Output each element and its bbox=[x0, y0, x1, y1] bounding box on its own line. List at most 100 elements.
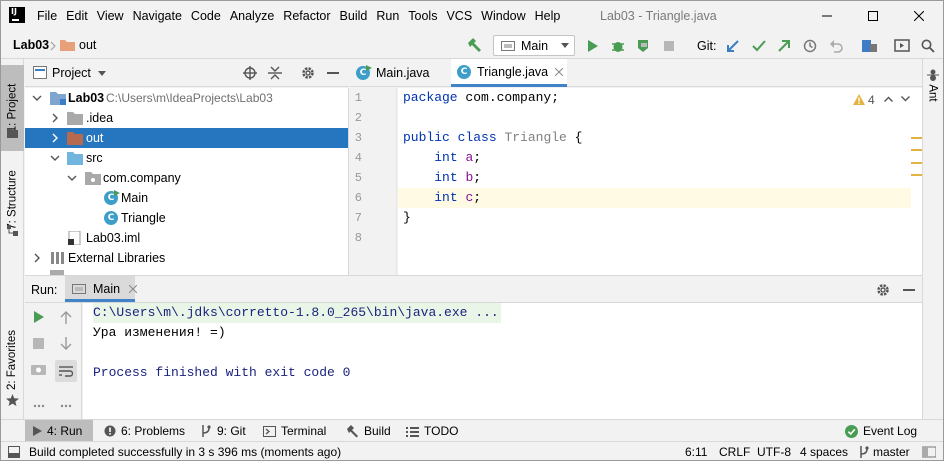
event-log-tab[interactable]: Event Log bbox=[845, 420, 917, 442]
menu-help[interactable]: Help bbox=[535, 9, 561, 25]
chevron-right-icon[interactable] bbox=[50, 133, 60, 143]
menu-edit[interactable]: Edit bbox=[66, 9, 88, 25]
warning-stripe-marker[interactable] bbox=[911, 174, 922, 176]
editor-scrollbar[interactable] bbox=[911, 88, 922, 275]
build-hammer-icon[interactable] bbox=[465, 37, 483, 55]
presentation-icon[interactable] bbox=[893, 37, 911, 55]
chevron-right-icon[interactable] bbox=[50, 113, 60, 123]
minimize-panel-icon[interactable] bbox=[903, 289, 915, 291]
run-configuration-select[interactable]: Main bbox=[493, 35, 575, 56]
menu-window[interactable]: Window bbox=[481, 9, 525, 25]
git-branch[interactable]: master bbox=[873, 445, 910, 459]
gear-icon[interactable] bbox=[876, 283, 890, 297]
run-tab-main[interactable]: Main bbox=[65, 276, 137, 302]
more-icon[interactable] bbox=[33, 404, 45, 408]
caret-position[interactable]: 6:11 bbox=[685, 445, 707, 459]
tool-tab-favorites[interactable]: 2: Favorites bbox=[1, 325, 24, 395]
bottom-tab-problems[interactable]: 6: Problems bbox=[104, 420, 185, 442]
menu-view[interactable]: View bbox=[97, 9, 124, 25]
collapse-all-icon[interactable] bbox=[268, 66, 282, 80]
minimize-panel-icon[interactable] bbox=[327, 72, 339, 74]
bottom-tab-build[interactable]: Build bbox=[346, 420, 391, 442]
tree-row-out[interactable]: out bbox=[25, 128, 348, 148]
tree-row-iml[interactable]: Lab03.iml bbox=[25, 228, 348, 248]
debug-bug-icon[interactable] bbox=[609, 37, 627, 55]
warning-stripe-marker[interactable] bbox=[911, 162, 922, 164]
bottom-tab-todo[interactable]: TODO bbox=[406, 420, 458, 442]
menu-run[interactable]: Run bbox=[376, 9, 399, 25]
tree-label: External Libraries bbox=[68, 251, 166, 265]
tool-tab-project[interactable]: 1: Project bbox=[1, 65, 24, 151]
chevron-down-icon[interactable] bbox=[901, 96, 910, 102]
close-tab-icon[interactable] bbox=[129, 285, 137, 293]
file-encoding[interactable]: UTF-8 bbox=[757, 445, 791, 459]
minimize-button[interactable] bbox=[805, 4, 849, 28]
menu-analyze[interactable]: Analyze bbox=[230, 9, 274, 25]
tree-row-external-libraries[interactable]: External Libraries bbox=[25, 248, 348, 268]
menu-vcs[interactable]: VCS bbox=[446, 9, 472, 25]
chevron-up-icon[interactable] bbox=[884, 96, 893, 102]
rerun-button[interactable] bbox=[33, 311, 45, 323]
menu-file[interactable]: File bbox=[37, 9, 57, 25]
project-panel-title[interactable]: Project bbox=[52, 66, 91, 80]
bottom-tab-terminal[interactable]: Terminal bbox=[263, 420, 326, 442]
menu-navigate[interactable]: Navigate bbox=[133, 9, 182, 25]
tool-tab-ant[interactable]: Ant bbox=[922, 81, 943, 105]
bottom-tab-git[interactable]: 9: Git bbox=[200, 420, 246, 442]
arrow-down-icon[interactable] bbox=[60, 336, 72, 350]
warning-stripe-marker[interactable] bbox=[911, 149, 922, 151]
indent-setting[interactable]: 4 spaces bbox=[800, 445, 848, 459]
chevron-down-icon[interactable] bbox=[98, 71, 106, 76]
tab-triangle-java[interactable]: C Triangle.java bbox=[451, 59, 567, 87]
locate-target-icon[interactable] bbox=[243, 66, 257, 80]
warning-count[interactable]: 4 bbox=[868, 93, 875, 107]
arrow-up-icon[interactable] bbox=[60, 311, 72, 325]
gear-icon[interactable] bbox=[301, 66, 315, 80]
stop-icon[interactable] bbox=[33, 338, 44, 349]
left-tool-stripe: 1: Project 7: Structure 2: Favorites bbox=[1, 59, 24, 419]
status-message[interactable]: Build completed successfully in 3 s 396 … bbox=[29, 445, 341, 459]
maximize-button[interactable] bbox=[851, 4, 895, 28]
git-push-arrow-icon[interactable] bbox=[775, 37, 793, 55]
warning-stripe-marker[interactable] bbox=[911, 137, 922, 139]
git-update-arrow-icon[interactable] bbox=[724, 37, 742, 55]
rollback-icon[interactable] bbox=[827, 37, 845, 55]
camera-icon[interactable] bbox=[31, 363, 46, 375]
menu-tools[interactable]: Tools bbox=[408, 9, 437, 25]
tree-row-lab03[interactable]: Lab03 C:\Users\m\IdeaProjects\Lab03 bbox=[25, 88, 348, 108]
menu-code[interactable]: Code bbox=[191, 9, 221, 25]
toggle-tool-windows-icon[interactable] bbox=[8, 446, 20, 458]
chevron-down-icon[interactable] bbox=[50, 153, 60, 163]
code-editor[interactable]: package com.company; public class Triang… bbox=[398, 88, 911, 275]
chevron-right-icon[interactable] bbox=[32, 253, 42, 263]
warning-icon[interactable] bbox=[853, 94, 865, 105]
tree-row-main[interactable]: C Main bbox=[25, 188, 348, 208]
run-with-coverage-icon[interactable] bbox=[634, 37, 652, 55]
close-window-button[interactable] bbox=[897, 4, 941, 28]
breadcrumb-folder[interactable]: out bbox=[79, 38, 96, 52]
tree-row-triangle[interactable]: C Triangle bbox=[25, 208, 348, 228]
git-commit-check-icon[interactable] bbox=[750, 37, 768, 55]
close-tab-icon[interactable] bbox=[555, 67, 564, 76]
stop-icon[interactable] bbox=[660, 37, 678, 55]
menu-build[interactable]: Build bbox=[340, 9, 368, 25]
search-everywhere-icon[interactable] bbox=[919, 37, 937, 55]
history-clock-icon[interactable] bbox=[801, 37, 819, 55]
more-icon[interactable] bbox=[60, 404, 72, 408]
tree-row-package[interactable]: com.company bbox=[25, 168, 348, 188]
tab-main-java[interactable]: C Main.java bbox=[350, 59, 447, 87]
project-structure-icon[interactable] bbox=[861, 37, 879, 55]
line-separator[interactable]: CRLF bbox=[719, 445, 750, 459]
memory-indicator-icon[interactable] bbox=[922, 445, 936, 459]
chevron-down-icon[interactable] bbox=[67, 173, 77, 183]
run-console[interactable]: C:\Users\m\.jdks\corretto-1.8.0_265\bin\… bbox=[83, 303, 922, 419]
chevron-down-icon[interactable] bbox=[32, 93, 42, 103]
tree-row-src[interactable]: src bbox=[25, 148, 348, 168]
run-button[interactable] bbox=[584, 37, 602, 55]
status-bar: Build completed successfully in 3 s 396 … bbox=[1, 441, 943, 460]
tree-row-idea[interactable]: .idea bbox=[25, 108, 348, 128]
soft-wrap-toggle[interactable] bbox=[55, 360, 77, 382]
bottom-tab-run[interactable]: 4: Run bbox=[25, 420, 93, 442]
breadcrumb-project[interactable]: Lab03 bbox=[13, 38, 49, 52]
menu-refactor[interactable]: Refactor bbox=[283, 9, 330, 25]
